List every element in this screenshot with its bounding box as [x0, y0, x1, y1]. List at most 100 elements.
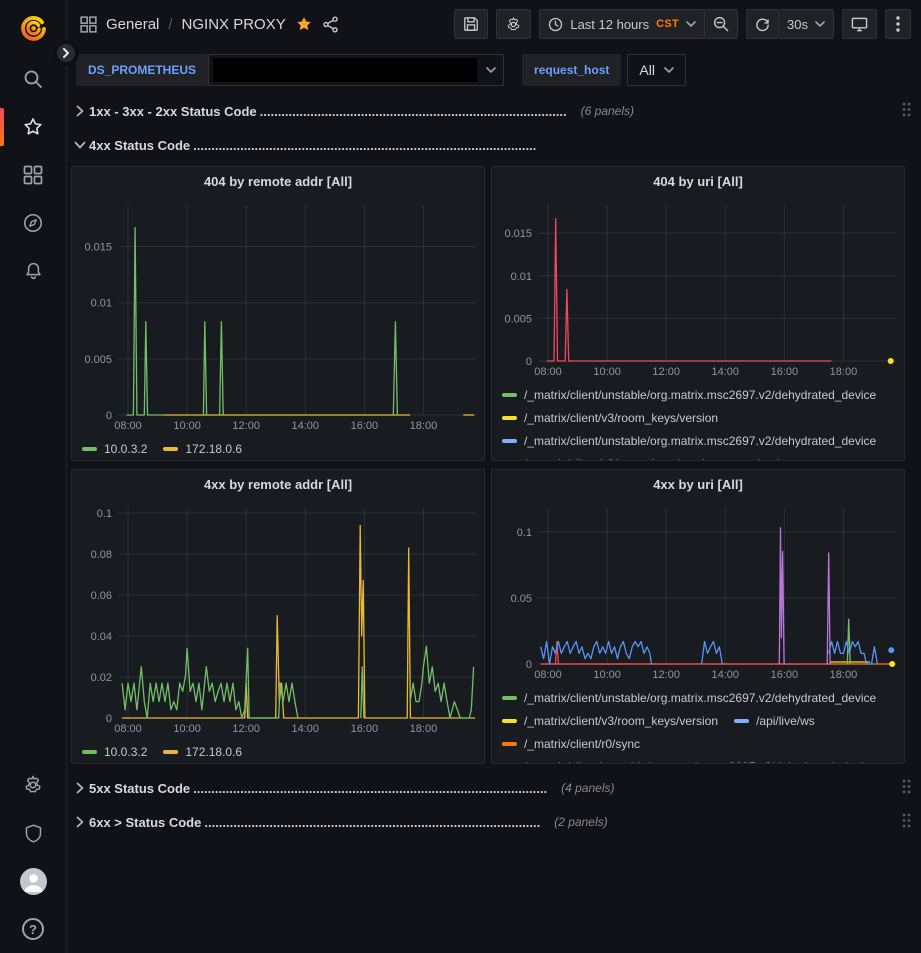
legend-label[interactable]: /_matrix/client/v3/room_keys/version	[524, 411, 718, 425]
legend-item: /_matrix/client/v3/room_keys/version	[502, 406, 718, 429]
time-controls: Last 12 hours CST	[539, 9, 738, 39]
favorite-star-icon[interactable]	[295, 15, 313, 33]
legend-label[interactable]: /_matrix/client/v3/room_keys/version	[524, 714, 718, 728]
row-title-dots: ........................................…	[260, 104, 567, 119]
svg-text:08:00: 08:00	[534, 366, 562, 378]
chevron-down-icon	[815, 21, 825, 28]
sidebar-top-items	[0, 55, 66, 295]
legend-swatch	[502, 742, 517, 746]
row-header-4xx[interactable]: 4xx Status Code ........................…	[71, 132, 914, 158]
panel-legend: 10.0.3.2 172.18.0.6	[72, 739, 484, 763]
refresh-interval-dropdown[interactable]: 30s	[779, 9, 834, 39]
chevron-down-icon	[664, 67, 674, 74]
sidebar-item-server-admin[interactable]	[0, 809, 66, 857]
svg-text:14:00: 14:00	[292, 723, 320, 735]
grafana-app: ? General / NGINX PROXY	[0, 0, 921, 953]
save-dashboard-button[interactable]	[454, 9, 488, 39]
redacted-value	[213, 58, 477, 82]
legend-item: /sw.js	[734, 452, 785, 460]
toolbar: Last 12 hours CST 30s	[454, 9, 911, 39]
row-header-1xx-3xx-2xx[interactable]: 1xx - 3xx - 2xx Status Code ............…	[71, 98, 914, 124]
legend-label[interactable]: 172.18.0.6	[185, 442, 242, 456]
top-navigation: General / NGINX PROXY	[67, 0, 921, 48]
floppy-icon	[463, 16, 479, 32]
share-icon[interactable]	[322, 16, 339, 33]
legend-label[interactable]: /_matrix/client/v3/room_keys/version	[524, 457, 718, 461]
variable-dropdown-request-host[interactable]: All	[627, 54, 686, 86]
row-drag-handle[interactable]	[902, 779, 911, 797]
variable-label-ds-prometheus[interactable]: DS_PROMETHEUS	[76, 54, 208, 86]
legend-label[interactable]: /_matrix/client/unstable/org.matrix.msc2…	[524, 760, 876, 764]
svg-text:0: 0	[106, 713, 112, 725]
svg-text:0.1: 0.1	[517, 527, 532, 539]
svg-text:08:00: 08:00	[114, 420, 142, 432]
sidebar-item-dashboards[interactable]	[0, 151, 66, 199]
legend-label[interactable]: /sw.js	[756, 457, 785, 461]
expand-sidebar-button[interactable]	[53, 40, 79, 66]
time-range-picker[interactable]: Last 12 hours CST	[539, 9, 705, 39]
legend-label[interactable]: /_matrix/client/unstable/org.matrix.msc2…	[524, 388, 876, 402]
legend-label[interactable]: 172.18.0.6	[185, 745, 242, 759]
variable-value: All	[639, 62, 655, 78]
panel-title[interactable]: 404 by remote addr [All]	[72, 167, 484, 197]
row-drag-handle[interactable]	[902, 102, 911, 120]
row-panel-count: (6 panels)	[581, 104, 634, 118]
grafana-logo[interactable]	[20, 11, 47, 45]
legend-item: /_matrix/client/unstable/org.matrix.msc2…	[502, 755, 876, 763]
refresh-button[interactable]	[746, 9, 779, 39]
legend-label[interactable]: /_matrix/client/r0/sync	[524, 737, 640, 751]
legend-label[interactable]: /_matrix/client/unstable/org.matrix.msc2…	[524, 434, 876, 448]
row-title: 5xx Status Code	[89, 781, 190, 796]
variable-label-request-host[interactable]: request_host	[522, 54, 621, 86]
question-icon: ?	[22, 918, 44, 940]
svg-text:16:00: 16:00	[771, 366, 799, 378]
svg-text:12:00: 12:00	[652, 669, 680, 681]
row-title: 6xx > Status Code	[89, 815, 201, 830]
star-icon	[22, 116, 44, 138]
legend-label[interactable]: 10.0.3.2	[104, 442, 147, 456]
panel-title[interactable]: 404 by uri [All]	[492, 167, 904, 197]
cycle-view-mode-button[interactable]	[842, 9, 877, 39]
user-avatar	[20, 868, 47, 895]
variable-dropdown-ds-prometheus[interactable]	[208, 54, 504, 86]
svg-text:0: 0	[526, 356, 532, 368]
svg-text:0: 0	[106, 410, 112, 422]
dashboard-settings-button[interactable]	[496, 9, 531, 39]
sidebar-item-configuration[interactable]	[0, 761, 66, 809]
sidebar-item-help[interactable]: ?	[0, 905, 66, 953]
svg-text:0.005: 0.005	[504, 313, 532, 325]
time-series-chart: 08:0010:0012:0014:0016:0018:0000.050.1	[492, 500, 904, 685]
sidebar-item-explore[interactable]	[0, 199, 66, 247]
svg-text:14:00: 14:00	[292, 420, 320, 432]
svg-text:08:00: 08:00	[114, 723, 142, 735]
row-drag-handle[interactable]	[902, 813, 911, 831]
svg-text:18:00: 18:00	[410, 723, 438, 735]
svg-text:16:00: 16:00	[771, 669, 799, 681]
legend-swatch	[82, 750, 97, 754]
row-header-6xx[interactable]: 6xx > Status Code ......................…	[71, 809, 914, 835]
kebab-icon	[896, 16, 900, 32]
chevron-down-icon	[486, 67, 496, 74]
zoom-out-button[interactable]	[705, 9, 738, 39]
legend-label[interactable]: /api/live/ws	[756, 714, 815, 728]
clock-icon	[548, 17, 563, 32]
page-title[interactable]: NGINX PROXY	[182, 16, 286, 33]
panel-title[interactable]: 4xx by uri [All]	[492, 470, 904, 500]
sidebar-item-alerting[interactable]	[0, 247, 66, 295]
legend-label[interactable]: 10.0.3.2	[104, 745, 147, 759]
legend-swatch	[502, 416, 517, 420]
svg-text:14:00: 14:00	[712, 669, 740, 681]
sidebar-item-profile[interactable]	[0, 857, 66, 905]
legend-label[interactable]: /_matrix/client/unstable/org.matrix.msc2…	[524, 691, 876, 705]
legend-item: /_matrix/client/r0/sync	[502, 732, 640, 755]
sidebar-item-starred[interactable]	[0, 103, 66, 151]
panel: 4xx by remote addr [All]08:0010:0012:001…	[71, 469, 485, 764]
svg-text:16:00: 16:00	[351, 420, 379, 432]
more-menu-button[interactable]	[885, 9, 911, 39]
svg-text:10:00: 10:00	[593, 366, 621, 378]
svg-text:12:00: 12:00	[232, 723, 260, 735]
row-header-5xx[interactable]: 5xx Status Code ........................…	[71, 775, 914, 801]
chevron-right-icon	[71, 782, 89, 794]
panel-title[interactable]: 4xx by remote addr [All]	[72, 470, 484, 500]
breadcrumb-section[interactable]: General	[106, 16, 159, 33]
